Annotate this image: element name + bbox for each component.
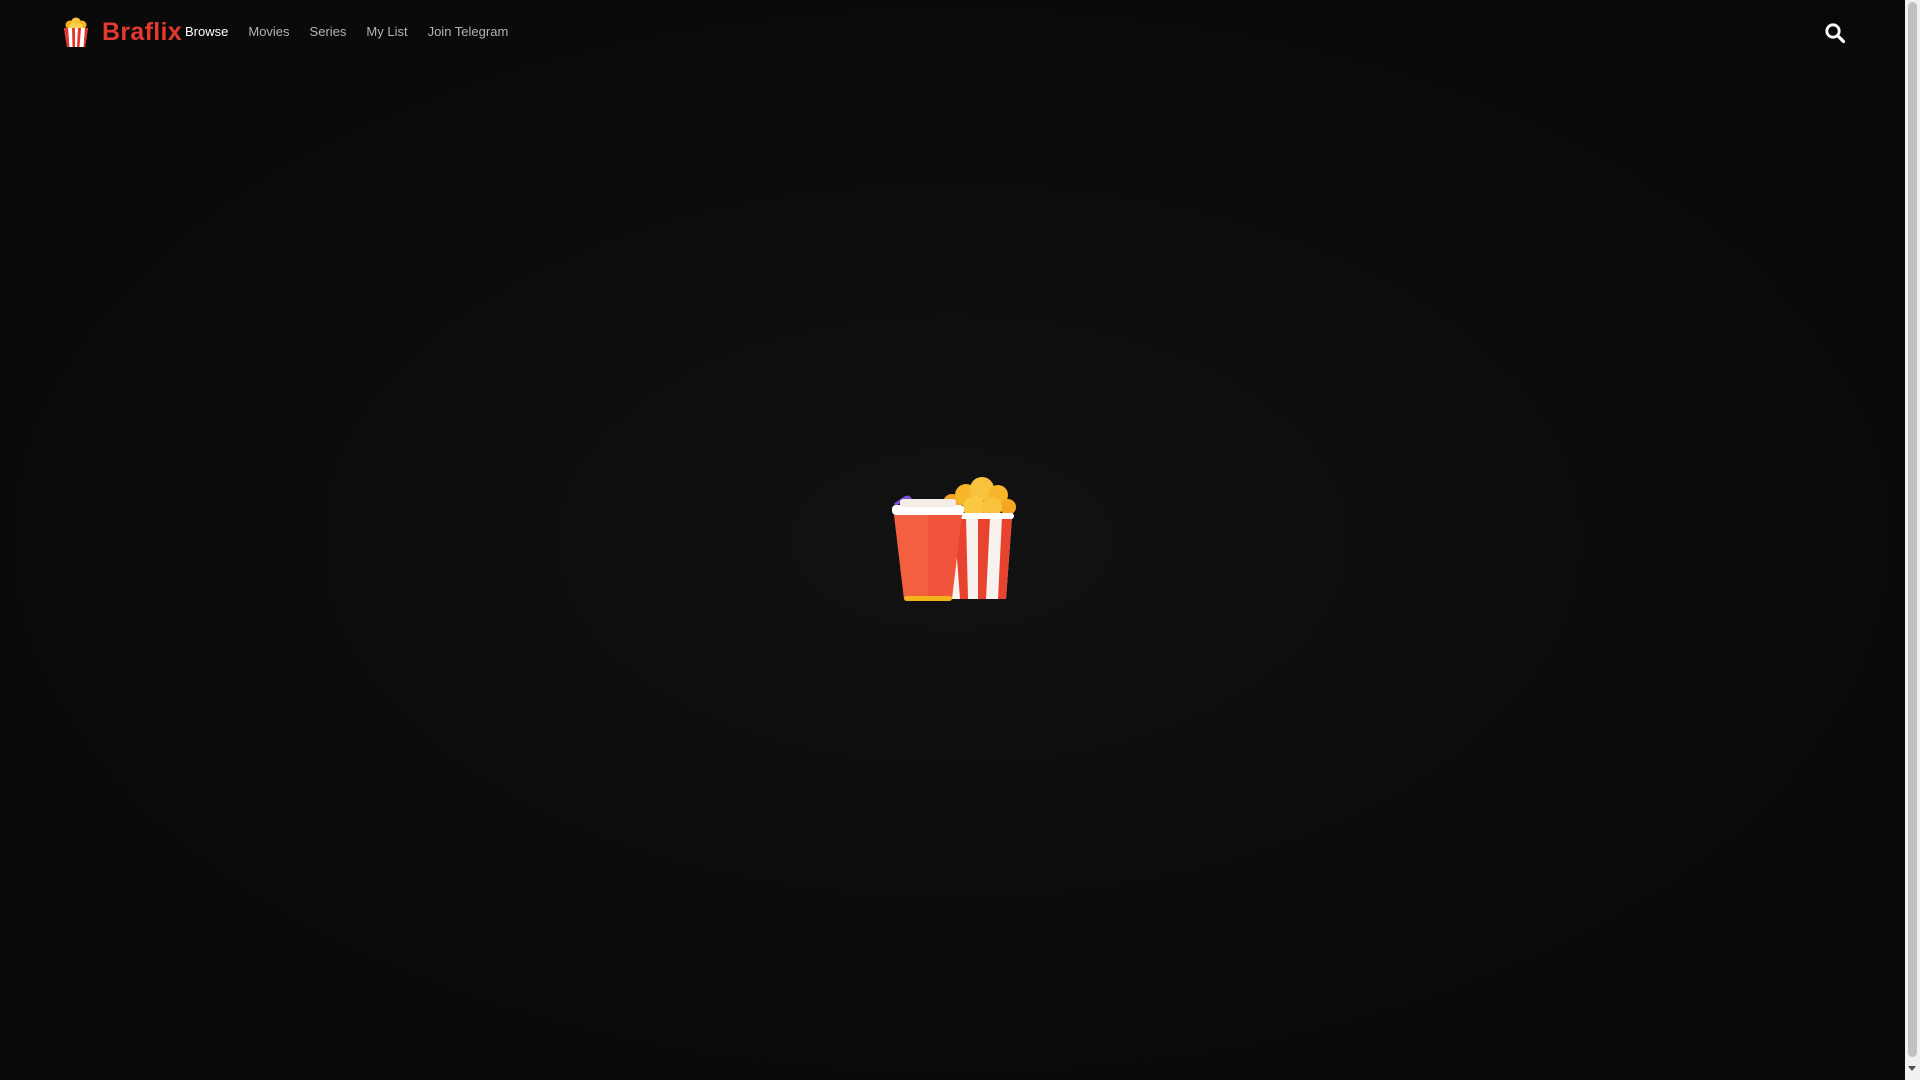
page-viewport: Braflix Browse Movies Series My List Joi… bbox=[0, 0, 1905, 1080]
brand[interactable]: Braflix bbox=[60, 17, 182, 47]
vertical-scrollbar[interactable] bbox=[1905, 0, 1920, 1080]
scroll-down-arrow-icon[interactable] bbox=[1908, 1066, 1916, 1071]
scrollbar-thumb[interactable] bbox=[1908, 2, 1917, 1057]
nav-movies[interactable]: Movies bbox=[248, 22, 289, 42]
popcorn-bucket-icon bbox=[64, 17, 88, 47]
brand-name: Braflix bbox=[102, 18, 182, 46]
main-nav: Browse Movies Series My List Join Telegr… bbox=[185, 22, 508, 42]
nav-series[interactable]: Series bbox=[310, 22, 347, 42]
top-navbar: Braflix Browse Movies Series My List Joi… bbox=[0, 0, 1905, 64]
popcorn-and-soda-icon bbox=[892, 477, 1016, 601]
nav-browse[interactable]: Browse bbox=[185, 22, 228, 42]
nav-my-list[interactable]: My List bbox=[366, 22, 407, 42]
search-icon[interactable] bbox=[1824, 22, 1846, 44]
nav-join-telegram[interactable]: Join Telegram bbox=[428, 22, 509, 42]
